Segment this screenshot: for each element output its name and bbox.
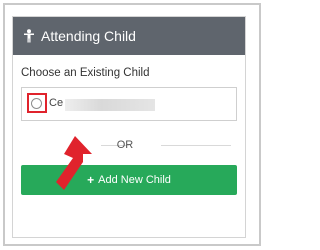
attending-child-panel: Attending Child Choose an Existing Child… bbox=[12, 16, 246, 238]
divider-line-right bbox=[161, 145, 231, 146]
child-name: Ce bbox=[49, 97, 64, 109]
panel-title: Attending Child bbox=[41, 28, 136, 44]
annotation-highlight-box bbox=[27, 93, 47, 113]
child-icon bbox=[23, 29, 35, 43]
panel-header: Attending Child bbox=[13, 17, 245, 55]
or-text: OR bbox=[116, 139, 134, 151]
annotation-arrow-icon bbox=[56, 136, 92, 190]
existing-child-option[interactable]: Ce bbox=[21, 87, 237, 121]
redacted-name-blur bbox=[65, 99, 155, 111]
choose-existing-label: Choose an Existing Child bbox=[21, 67, 150, 79]
add-new-child-label: Add New Child bbox=[98, 174, 171, 186]
